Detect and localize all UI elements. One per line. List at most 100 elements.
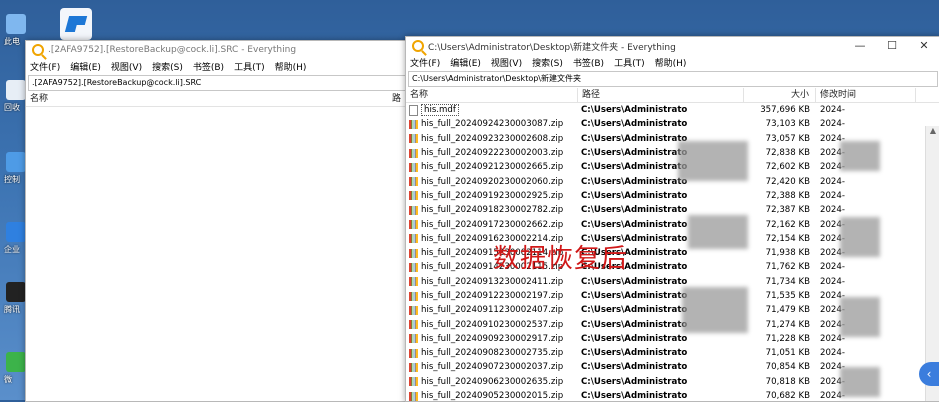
cell-name: his_full_20240919230002925.zip bbox=[406, 191, 578, 201]
menu-item[interactable]: 视图(V) bbox=[491, 56, 522, 69]
menu-item[interactable]: 书签(B) bbox=[573, 56, 604, 69]
titlebar[interactable]: C:\Users\Administrator\Desktop\新建文件夹 - E… bbox=[406, 37, 939, 55]
cell-date: 2024- bbox=[820, 176, 845, 187]
cell-size: 71,228 KB bbox=[765, 333, 810, 344]
cell-size: 73,057 KB bbox=[765, 133, 810, 144]
table-row[interactable]: his_full_20240924230003087.zip C:\Users\A… bbox=[406, 117, 939, 131]
cell-name: his_full_20240910230002537.zip bbox=[406, 320, 578, 330]
cell-name: his_full_20240911230002407.zip bbox=[406, 305, 578, 315]
cell-date: 2024- bbox=[820, 119, 845, 130]
cell-size: 72,602 KB bbox=[765, 162, 810, 173]
col-path[interactable]: 路径 bbox=[578, 88, 744, 102]
zip-file-icon bbox=[409, 119, 418, 129]
zip-file-icon bbox=[409, 177, 418, 187]
blur-patch bbox=[840, 217, 880, 257]
zip-file-icon bbox=[409, 391, 418, 401]
file-icon bbox=[409, 104, 418, 116]
cell-name: his_full_20240924230003087.zip bbox=[406, 119, 578, 129]
cell-name: his_full_20240912230002197.zip bbox=[406, 291, 578, 301]
file-name: his.mdf bbox=[421, 104, 459, 117]
close-button[interactable]: ✕ bbox=[908, 37, 939, 55]
zip-file-icon bbox=[409, 248, 418, 258]
menu-item[interactable]: 工具(T) bbox=[614, 56, 645, 69]
cell-date: 2024- bbox=[820, 262, 845, 273]
blur-patch bbox=[840, 297, 880, 337]
menu-item[interactable]: 文件(F) bbox=[30, 60, 60, 73]
menu-item[interactable]: 编辑(E) bbox=[70, 60, 101, 73]
cell-size: 70,854 KB bbox=[765, 362, 810, 373]
cell-size: 71,938 KB bbox=[765, 248, 810, 259]
cell-name: his_full_20240906230002635.zip bbox=[406, 377, 578, 387]
cell-date: 2024- bbox=[820, 276, 845, 287]
table-row[interactable]: his_full_20240913230002411.zip C:\Users\A… bbox=[406, 275, 939, 289]
cell-path: C:\Users\Administrato bbox=[581, 376, 688, 387]
maximize-button[interactable]: ☐ bbox=[876, 37, 908, 55]
cell-path: C:\Users\Administrato bbox=[581, 205, 688, 216]
zip-file-icon bbox=[409, 262, 418, 272]
desktop-shortcut-icon bbox=[6, 222, 26, 242]
cell-name: his_full_20240918230002782.zip bbox=[406, 205, 578, 215]
cell-path: C:\Users\Administrato bbox=[581, 276, 688, 287]
table-row[interactable]: his.mdf C:\Users\Administrato 357,696 KB 20… bbox=[406, 103, 939, 117]
col-name[interactable]: 名称 bbox=[26, 92, 388, 106]
zip-file-icon bbox=[409, 362, 418, 372]
zip-file-icon bbox=[409, 205, 418, 215]
cell-name: his_full_20240913230002411.zip bbox=[406, 277, 578, 287]
cell-size: 71,762 KB bbox=[765, 262, 810, 273]
zip-file-icon bbox=[409, 277, 418, 287]
minimize-button[interactable]: — bbox=[844, 37, 876, 55]
table-row[interactable]: his_full_20240918230002782.zip C:\Users\A… bbox=[406, 203, 939, 217]
table-row[interactable]: his_full_20240914230002115.zip C:\Users\A… bbox=[406, 260, 939, 274]
scroll-up-icon[interactable]: ▲ bbox=[926, 126, 939, 135]
file-name: his_full_20240911230002407.zip bbox=[421, 305, 564, 316]
desktop-app-icon[interactable] bbox=[60, 8, 92, 40]
cell-name: his_full_20240907230002037.zip bbox=[406, 362, 578, 372]
zip-file-icon bbox=[409, 291, 418, 301]
menu-item[interactable]: 文件(F) bbox=[410, 56, 440, 69]
menu-item[interactable]: 视图(V) bbox=[111, 60, 142, 73]
cell-size: 73,103 KB bbox=[765, 119, 810, 130]
menu-item[interactable]: 搜索(S) bbox=[152, 60, 183, 73]
everything-window-front[interactable]: C:\Users\Administrator\Desktop\新建文件夹 - E… bbox=[405, 36, 939, 402]
cell-name: his_full_20240923230002608.zip bbox=[406, 134, 578, 144]
window-title: .[2AFA9752].[RestoreBackup@cock.li].SRC … bbox=[48, 45, 297, 55]
cell-name: his_full_20240922230002003.zip bbox=[406, 148, 578, 158]
side-collapse-button[interactable]: ‹ bbox=[919, 362, 939, 386]
cell-name: his_full_20240917230002662.zip bbox=[406, 220, 578, 230]
cell-path: C:\Users\Administrato bbox=[581, 348, 688, 359]
cell-size: 357,696 KB bbox=[760, 105, 810, 116]
zip-file-icon bbox=[409, 148, 418, 158]
menu-item[interactable]: 帮助(H) bbox=[655, 56, 687, 69]
zip-file-icon bbox=[409, 377, 418, 387]
blur-patch bbox=[688, 215, 748, 249]
cell-size: 72,420 KB bbox=[765, 176, 810, 187]
search-input[interactable]: C:\Users\Administrator\Desktop\新建文件夹 bbox=[408, 71, 938, 87]
desktop-shortcut-icon bbox=[6, 282, 26, 302]
col-size[interactable]: 大小 bbox=[744, 88, 816, 102]
table-row[interactable]: his_full_20240920230002060.zip C:\Users\A… bbox=[406, 174, 939, 188]
zip-file-icon bbox=[409, 234, 418, 244]
table-row[interactable]: his_full_20240908230002735.zip C:\Users\A… bbox=[406, 346, 939, 360]
titlebar[interactable]: .[2AFA9752].[RestoreBackup@cock.li].SRC … bbox=[26, 41, 418, 59]
col-name[interactable]: 名称 bbox=[406, 88, 578, 102]
zip-file-icon bbox=[409, 334, 418, 344]
zip-file-icon bbox=[409, 348, 418, 358]
zip-file-icon bbox=[409, 220, 418, 230]
file-name: his_full_20240909230002917.zip bbox=[421, 333, 564, 344]
menu-item[interactable]: 搜索(S) bbox=[532, 56, 563, 69]
everything-window-back[interactable]: .[2AFA9752].[RestoreBackup@cock.li].SRC … bbox=[25, 40, 419, 402]
zip-file-icon bbox=[409, 162, 418, 172]
menu-item[interactable]: 书签(B) bbox=[193, 60, 224, 73]
menu-item[interactable]: 编辑(E) bbox=[450, 56, 481, 69]
blur-patch bbox=[840, 141, 880, 171]
menu-item[interactable]: 帮助(H) bbox=[275, 60, 307, 73]
menubar: 文件(F) 编辑(E) 视图(V) 搜索(S) 书签(B) 工具(T) 帮助(H) bbox=[406, 55, 939, 70]
search-input[interactable]: .[2AFA9752].[RestoreBackup@cock.li].SRC bbox=[28, 75, 416, 91]
vertical-scrollbar[interactable]: ▲ bbox=[925, 126, 939, 401]
desktop-shortcut-icon bbox=[6, 152, 26, 172]
cell-date: 2024- bbox=[820, 105, 845, 116]
table-row[interactable]: his_full_20240919230002925.zip C:\Users\A… bbox=[406, 189, 939, 203]
menu-item[interactable]: 工具(T) bbox=[234, 60, 265, 73]
col-date[interactable]: 修改时间 bbox=[816, 88, 916, 102]
blur-patch bbox=[678, 141, 748, 181]
